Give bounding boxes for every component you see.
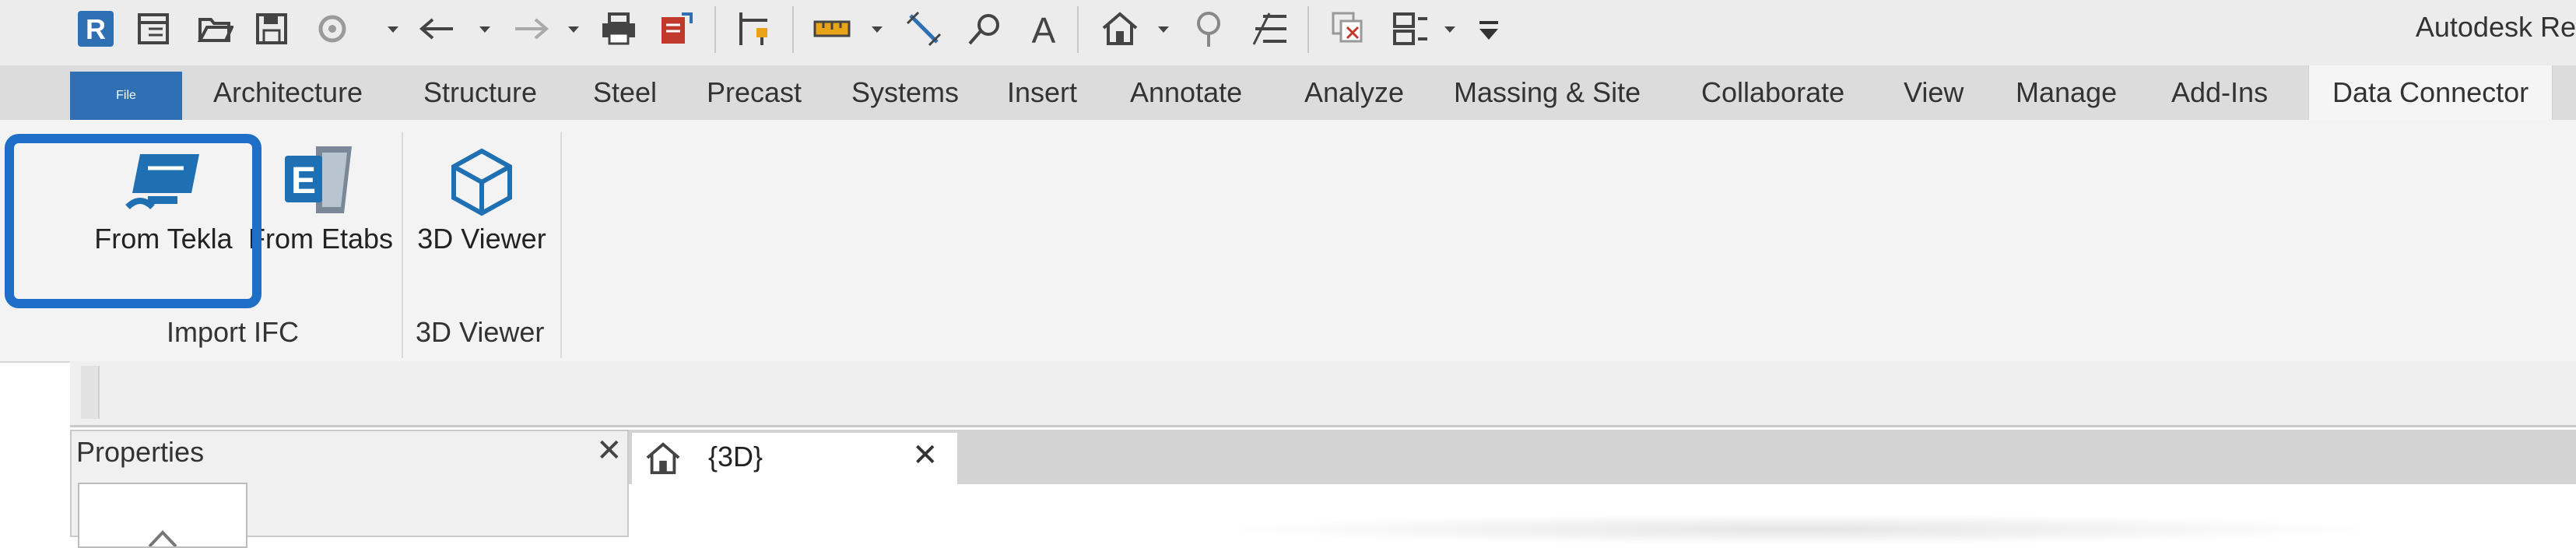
tag-icon[interactable] [963,8,1005,50]
panel-label-import-ifc: Import IFC [167,316,300,348]
sync-dropdown-icon[interactable] [388,26,398,33]
tab-massing-site[interactable]: Massing & Site [1430,65,1664,120]
tab-data-connector[interactable]: Data Connector [2308,65,2553,120]
switch-windows-icon[interactable] [1390,8,1432,50]
switch-windows-dropdown-icon[interactable] [1444,26,1455,33]
3d-viewer-button[interactable]: 3D Viewer [409,143,554,255]
export-icon[interactable] [655,8,697,50]
tab-add-ins[interactable]: Add-Ins [2148,65,2291,120]
save-icon[interactable] [251,8,293,50]
tab-manage[interactable]: Manage [1992,65,2140,120]
dimension-icon[interactable] [811,8,853,50]
dimension-dropdown-icon[interactable] [872,26,883,33]
open-document-icon[interactable] [132,8,174,50]
options-bar [70,361,2576,427]
3d-viewer-label: 3D Viewer [417,223,546,255]
left-gutter [0,425,70,537]
close-hidden-icon[interactable] [1328,8,1370,50]
tab-file[interactable]: File [70,72,182,120]
tab-insert[interactable]: Insert [984,65,1100,120]
revit-logo-icon[interactable]: R [75,8,117,50]
panel-label-3d-viewer: 3D Viewer [416,316,545,348]
tab-structure[interactable]: Structure [400,65,560,120]
customize-icon[interactable] [1468,8,1510,50]
tab-view[interactable]: View [1880,65,1987,120]
svg-text:R: R [86,13,106,45]
redo-icon[interactable] [509,8,551,50]
options-bar-grip[interactable] [81,366,100,419]
tab-architecture[interactable]: Architecture [190,65,386,120]
view-tab-label: {3D} [708,441,763,472]
section-icon[interactable] [1188,8,1230,50]
properties-title: Properties [76,436,205,468]
undo-dropdown-icon[interactable] [479,26,490,33]
home-view-dropdown-icon[interactable] [1158,26,1169,33]
view-tab-close-button[interactable]: ✕ [912,437,939,473]
print-icon[interactable] [598,8,640,50]
text-icon[interactable]: A [1023,8,1065,50]
cube-icon [409,143,554,221]
redo-dropdown-icon[interactable] [568,26,579,33]
tab-steel[interactable]: Steel [570,65,680,120]
undo-icon[interactable] [417,8,459,50]
model-shadow [1214,514,2381,545]
app-title: Autodesk Re [2415,11,2576,43]
type-selector-thumbnail[interactable] [78,483,247,548]
svg-text:E: E [291,160,316,202]
quick-access-toolbar: R A Autodesk Re [0,0,2576,65]
tab-precast[interactable]: Precast [683,65,825,120]
from-etabs-button[interactable]: E From Etabs [243,143,398,255]
thin-lines-icon[interactable] [1248,8,1290,50]
tab-analyze[interactable]: Analyze [1281,65,1427,120]
highlight-annotation [5,134,261,308]
home-view-icon [644,441,682,480]
tab-annotate[interactable]: Annotate [1107,65,1265,120]
home-view-icon[interactable] [1099,8,1141,50]
sync-icon[interactable] [311,8,353,50]
etabs-icon: E [243,143,398,221]
view-tab-3d[interactable] [632,433,957,484]
svg-text:A: A [1032,10,1056,47]
from-etabs-label: From Etabs [247,223,394,255]
measure-icon[interactable] [735,8,777,50]
open-folder-icon[interactable] [195,8,237,50]
aligned-dimension-icon[interactable] [903,8,945,50]
tab-collaborate[interactable]: Collaborate [1678,65,1868,120]
tab-systems[interactable]: Systems [828,65,982,120]
properties-close-button[interactable]: ✕ [596,433,623,469]
